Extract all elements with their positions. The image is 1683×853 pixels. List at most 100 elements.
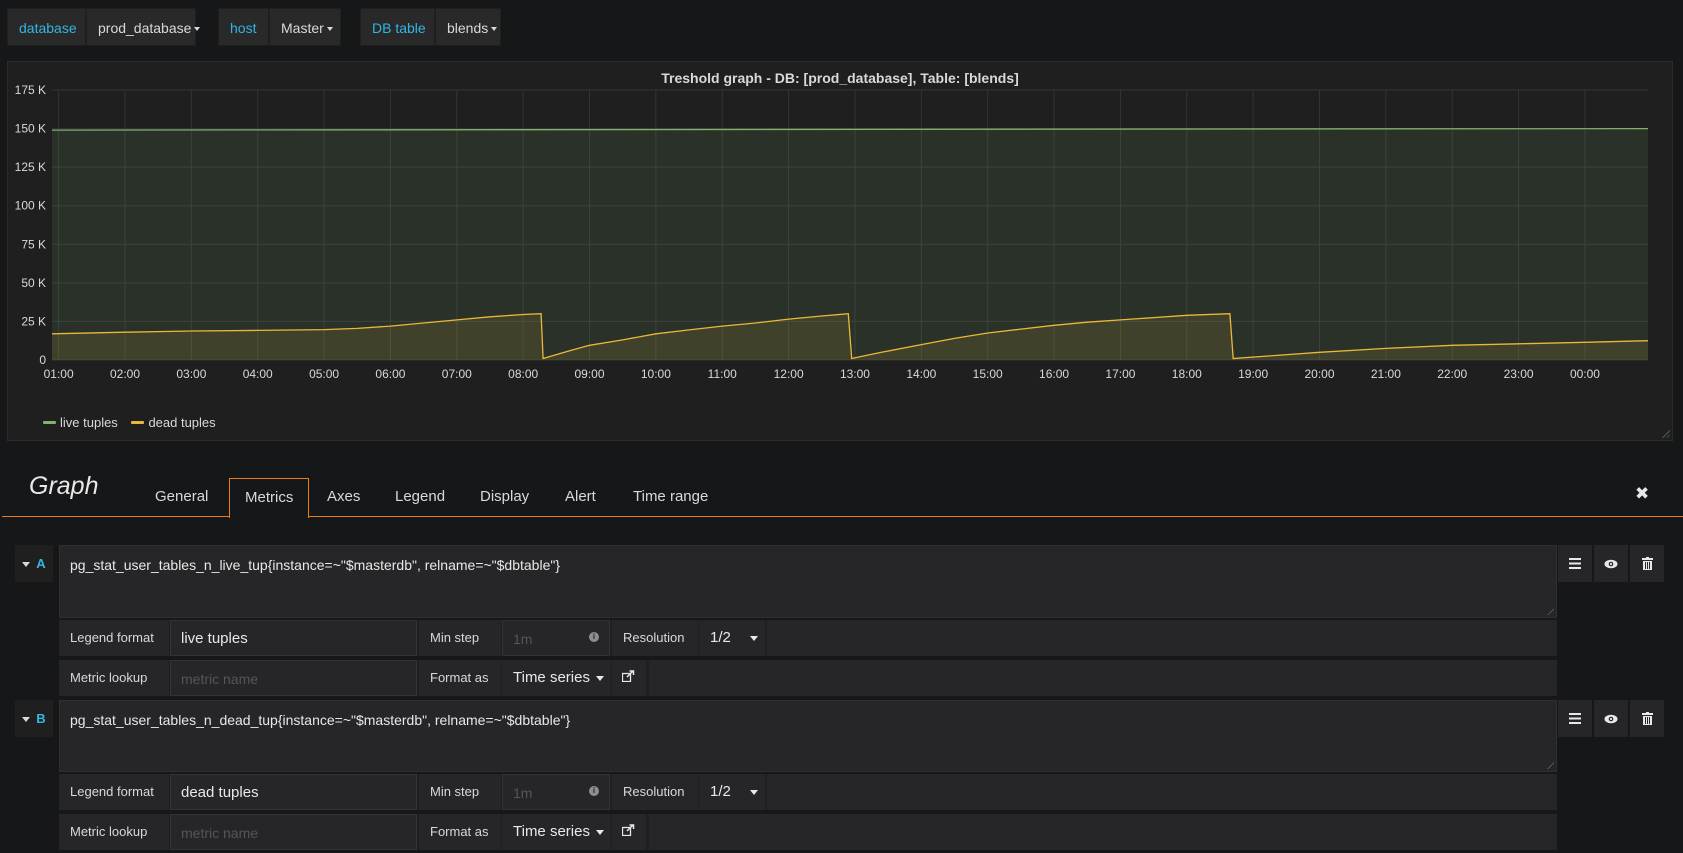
y-tick-label: 125 K bbox=[15, 160, 46, 174]
tab-time-range[interactable]: Time range bbox=[618, 478, 723, 516]
tab-axes[interactable]: Axes bbox=[312, 478, 375, 516]
query-a-options-row: Legend format live tuples Min step 1m i R… bbox=[59, 620, 1557, 656]
resolution-value: 1/2 bbox=[710, 629, 731, 646]
series-area-live-tuples bbox=[52, 128, 1648, 360]
min-step-placeholder: 1m bbox=[513, 785, 533, 801]
variable-value: Master bbox=[281, 20, 324, 36]
format-as-label: Format as bbox=[419, 814, 501, 850]
query-a-menu-button[interactable] bbox=[1558, 545, 1592, 582]
x-tick-label: 01:00 bbox=[44, 367, 74, 381]
legend-format-input[interactable]: dead tuples bbox=[170, 774, 417, 810]
variable-label-database: database bbox=[7, 8, 86, 46]
collapse-caret-icon bbox=[22, 717, 31, 723]
x-tick-label: 19:00 bbox=[1238, 367, 1268, 381]
resolution-select[interactable]: 1/2 bbox=[699, 620, 765, 656]
query-b-options-row: Legend format dead tuples Min step 1m i R… bbox=[59, 774, 1557, 810]
x-tick-label: 08:00 bbox=[508, 367, 538, 381]
caret-down-icon bbox=[194, 27, 201, 32]
min-step-label: Min step bbox=[419, 620, 501, 656]
y-tick-label: 175 K bbox=[15, 83, 46, 97]
x-tick-label: 14:00 bbox=[906, 367, 936, 381]
legend-swatch bbox=[43, 421, 56, 425]
min-step-input[interactable]: 1m i bbox=[502, 774, 610, 810]
share-icon bbox=[621, 670, 635, 683]
min-step-label: Min step bbox=[419, 774, 501, 810]
x-tick-label: 03:00 bbox=[176, 367, 206, 381]
min-step-placeholder: 1m bbox=[513, 631, 533, 647]
query-a-delete-button[interactable] bbox=[1630, 545, 1664, 582]
query-b-delete-button[interactable] bbox=[1630, 700, 1664, 737]
variable-value: blends bbox=[447, 20, 489, 36]
tab-general[interactable]: General bbox=[140, 478, 223, 516]
eye-icon bbox=[1604, 559, 1618, 568]
legend-format-label: Legend format bbox=[59, 774, 169, 810]
format-as-value: Time series bbox=[513, 823, 590, 840]
close-icon[interactable]: ✖ bbox=[1635, 484, 1649, 504]
query-letter: A bbox=[36, 556, 46, 571]
query-b-toggle[interactable]: B bbox=[15, 700, 53, 737]
collapse-caret-icon bbox=[22, 562, 31, 568]
metric-lookup-label: Metric lookup bbox=[59, 814, 169, 850]
x-tick-label: 17:00 bbox=[1105, 367, 1135, 381]
legend-label: dead tuples bbox=[148, 415, 216, 430]
x-tick-label: 15:00 bbox=[973, 367, 1003, 381]
format-as-label: Format as bbox=[419, 660, 501, 696]
external-link-button[interactable] bbox=[612, 814, 646, 850]
query-a-toggle-visibility-button[interactable] bbox=[1594, 545, 1628, 582]
x-tick-label: 23:00 bbox=[1504, 367, 1534, 381]
row-filler bbox=[767, 620, 1557, 656]
query-b-expression[interactable]: pg_stat_user_tables_n_dead_tup{instance=… bbox=[59, 700, 1557, 772]
x-tick-label: 06:00 bbox=[375, 367, 405, 381]
metric-lookup-input[interactable]: metric name bbox=[170, 660, 417, 696]
resolution-value: 1/2 bbox=[710, 783, 731, 800]
share-icon bbox=[621, 824, 635, 837]
query-b-menu-button[interactable] bbox=[1558, 700, 1592, 737]
format-as-select[interactable]: Time series bbox=[502, 660, 611, 696]
caret-down-icon bbox=[596, 676, 604, 681]
row-filler bbox=[767, 774, 1557, 810]
legend-format-input[interactable]: live tuples bbox=[170, 620, 417, 656]
query-a-toggle[interactable]: A bbox=[15, 545, 53, 582]
panel-resize-handle[interactable] bbox=[1661, 429, 1670, 438]
trash-icon bbox=[1641, 557, 1653, 570]
query-b-lookup-row: Metric lookup metric name Format as Time… bbox=[59, 814, 1557, 850]
x-tick-label: 16:00 bbox=[1039, 367, 1069, 381]
y-tick-label: 75 K bbox=[21, 237, 46, 251]
resolution-select[interactable]: 1/2 bbox=[699, 774, 765, 810]
variable-dropdown-db-table[interactable]: blends bbox=[435, 8, 501, 46]
graph-panel: Treshold graph - DB: [prod_database], Ta… bbox=[7, 61, 1673, 441]
format-as-select[interactable]: Time series bbox=[502, 814, 611, 850]
info-icon[interactable]: i bbox=[589, 786, 599, 796]
tab-legend[interactable]: Legend bbox=[380, 478, 460, 516]
tab-metrics[interactable]: Metrics bbox=[229, 478, 310, 518]
x-tick-label: 05:00 bbox=[309, 367, 339, 381]
external-link-button[interactable] bbox=[612, 660, 646, 696]
metric-lookup-input[interactable]: metric name bbox=[170, 814, 417, 850]
legend-swatch bbox=[131, 421, 145, 425]
tab-display[interactable]: Display bbox=[465, 478, 544, 516]
caret-down-icon bbox=[750, 636, 758, 641]
chart-legend: live tuples dead tuples bbox=[43, 415, 226, 430]
min-step-input[interactable]: 1m i bbox=[502, 620, 610, 656]
row-filler bbox=[649, 814, 1557, 850]
editor-title: Graph bbox=[29, 472, 99, 500]
y-tick-label: 100 K bbox=[15, 199, 46, 213]
legend-item-live-tuples[interactable]: live tuples bbox=[43, 415, 118, 430]
info-icon[interactable]: i bbox=[589, 632, 599, 642]
variable-dropdown-host[interactable]: Master bbox=[269, 8, 341, 46]
variable-value: prod_database bbox=[98, 20, 192, 36]
x-tick-label: 11:00 bbox=[708, 367, 737, 381]
query-b-toggle-visibility-button[interactable] bbox=[1594, 700, 1628, 737]
resolution-label: Resolution bbox=[612, 774, 698, 810]
caret-down-icon bbox=[596, 830, 604, 835]
x-tick-label: 02:00 bbox=[110, 367, 140, 381]
format-as-value: Time series bbox=[513, 669, 590, 686]
tab-alert[interactable]: Alert bbox=[550, 478, 611, 516]
y-tick-label: 150 K bbox=[15, 122, 46, 136]
query-a-expression[interactable]: pg_stat_user_tables_n_live_tup{instance=… bbox=[59, 545, 1557, 618]
variable-dropdown-database[interactable]: prod_database bbox=[86, 8, 201, 46]
legend-item-dead-tuples[interactable]: dead tuples bbox=[131, 415, 216, 430]
metric-lookup-label: Metric lookup bbox=[59, 660, 169, 696]
caret-down-icon bbox=[326, 27, 333, 32]
time-series-chart[interactable]: 0 25 K 50 K 75 K 100 K 125 K 150 K 175 K 01:00 02… bbox=[8, 62, 1672, 440]
